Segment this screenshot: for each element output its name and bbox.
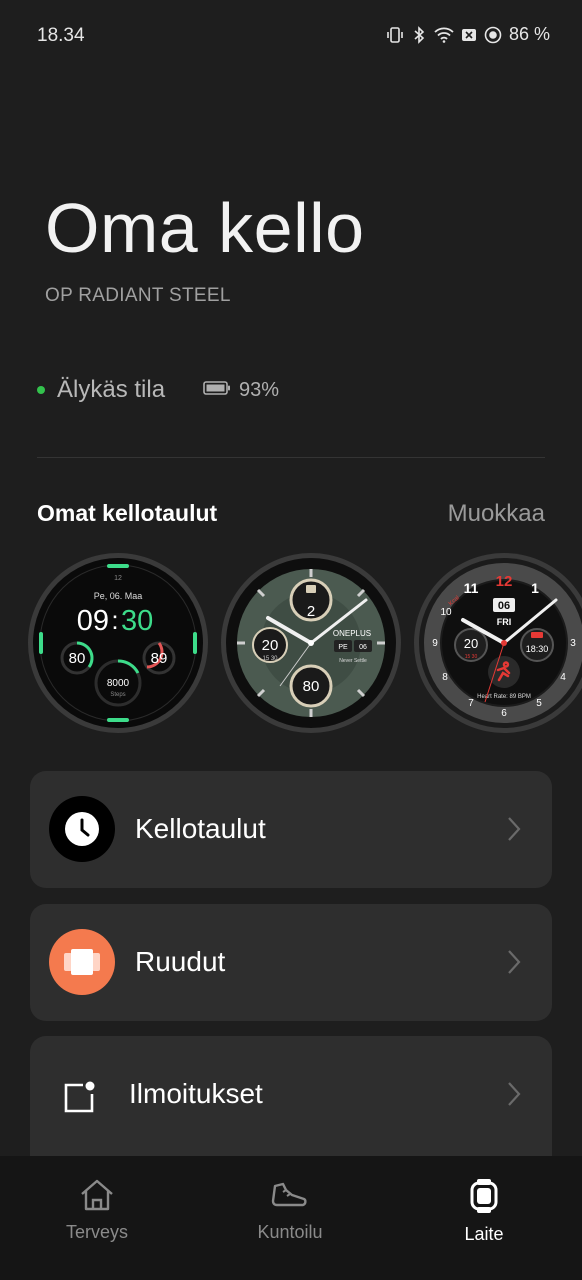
face1-colon: : (111, 605, 118, 635)
watchfaces-section-title: Omat kellotaulut (37, 500, 218, 526)
page-title: Oma kello (45, 189, 365, 267)
face3-num-6: 6 (501, 708, 507, 719)
face3-num-5: 5 (536, 698, 542, 709)
face3-date: 06 (498, 600, 510, 612)
face3-num-7: 7 (468, 698, 474, 709)
face1-date: Pe, 06. Maa (94, 591, 143, 601)
home-icon (27, 1178, 167, 1212)
chevron-right-icon (506, 815, 522, 848)
battery-percent: 93% (239, 378, 280, 401)
status-icons: 86 % (386, 24, 550, 45)
face2-top-value: 2 (307, 603, 315, 620)
notifications-menu-label: Ilmoitukset (129, 1078, 263, 1109)
battery-icon (203, 380, 231, 401)
status-bar: 18.34 86 % (0, 0, 582, 70)
status-battery-percent: 86 % (508, 24, 550, 44)
face3-num-11: 11 (464, 580, 479, 596)
nav-device[interactable]: Laite (414, 1178, 554, 1245)
connection-dot (37, 386, 45, 394)
shoe-icon (220, 1178, 360, 1212)
edit-button[interactable]: Muokkaa (448, 500, 545, 528)
watchfaces-menu-label: Kellotaulut (135, 813, 266, 844)
face3-heart-rate: Heart Rate: 89 BPM (477, 694, 531, 700)
face1-hour: 09 (77, 605, 109, 637)
face3-num-1: 1 (531, 580, 539, 596)
bottom-navigation: Terveys Kuntoilu Laite (0, 1156, 582, 1280)
face3-num-4: 4 (560, 672, 566, 683)
watchfaces-menu-item[interactable]: Kellotaulut (30, 771, 552, 888)
nav-health[interactable]: Terveys (27, 1178, 167, 1243)
device-model: OP RADIANT STEEL (45, 285, 231, 306)
chevron-right-icon (506, 1080, 522, 1113)
face1-left-value: 80 (69, 650, 86, 667)
face1-minute: 30 (121, 605, 153, 637)
watch-battery: 93% (203, 379, 279, 402)
face3-left-value: 20 (464, 636, 478, 651)
watchface-sport[interactable]: 12 11 1 10 9 3 8 4 7 5 6 Kcal 06 FRI 20 … (413, 552, 582, 734)
tiles-icon (49, 929, 115, 995)
face3-num-8: 8 (442, 672, 448, 683)
face2-tagline: Never Settle (339, 658, 367, 664)
face2-date: 06 (359, 644, 367, 651)
face1-top-number: 12 (114, 575, 122, 582)
face3-left-sub: 15 30 (465, 654, 478, 660)
face1-steps-label: Steps (110, 692, 125, 698)
face2-left-value: 20 (262, 637, 279, 654)
watch-icon (414, 1178, 554, 1214)
watchface-carousel[interactable]: 12 Pe, 06. Maa 09 : 30 80 89 8000 Steps (0, 550, 582, 735)
divider (37, 457, 545, 458)
nav-workout-label: Kuntoilu (257, 1222, 323, 1242)
wifi-icon (434, 27, 454, 43)
face3-num-3: 3 (570, 638, 576, 649)
face3-day: FRI (497, 617, 512, 627)
no-sim-icon (461, 27, 477, 43)
face2-brand: ONEPLUS (333, 629, 371, 638)
nav-workout[interactable]: Kuntoilu (220, 1178, 360, 1243)
bluetooth-icon (411, 25, 427, 44)
mode-label: Älykäs tila (57, 376, 166, 403)
record-icon (484, 26, 502, 44)
status-time: 18.34 (37, 25, 85, 46)
face3-num-12: 12 (496, 573, 513, 590)
face3-time-small: 18:30 (526, 644, 549, 654)
watchface-analog-green[interactable]: 2 20 15 30 80 ONEPLUS PE 06 Never Settle (220, 552, 402, 734)
nav-health-label: Terveys (65, 1222, 128, 1242)
face2-day: PE (338, 644, 348, 651)
watchface-digital[interactable]: 12 Pe, 06. Maa 09 : 30 80 89 8000 Steps (27, 552, 209, 734)
chevron-right-icon (506, 948, 522, 981)
tiles-menu-item[interactable]: Ruudut (30, 904, 552, 1021)
tiles-menu-label: Ruudut (135, 946, 226, 977)
face2-bottom-value: 80 (303, 678, 320, 695)
device-state: Älykäs tila 93% (37, 376, 279, 404)
clock-icon (49, 796, 115, 862)
vibrate-icon (386, 26, 404, 44)
face1-steps: 8000 (107, 678, 130, 689)
notification-icon (63, 1080, 97, 1119)
face1-right-value: 89 (151, 650, 168, 667)
face3-num-9: 9 (432, 638, 438, 649)
nav-device-label: Laite (464, 1224, 504, 1244)
face3-num-10: 10 (440, 607, 452, 618)
face2-left-sub: 15 30 (262, 656, 278, 662)
